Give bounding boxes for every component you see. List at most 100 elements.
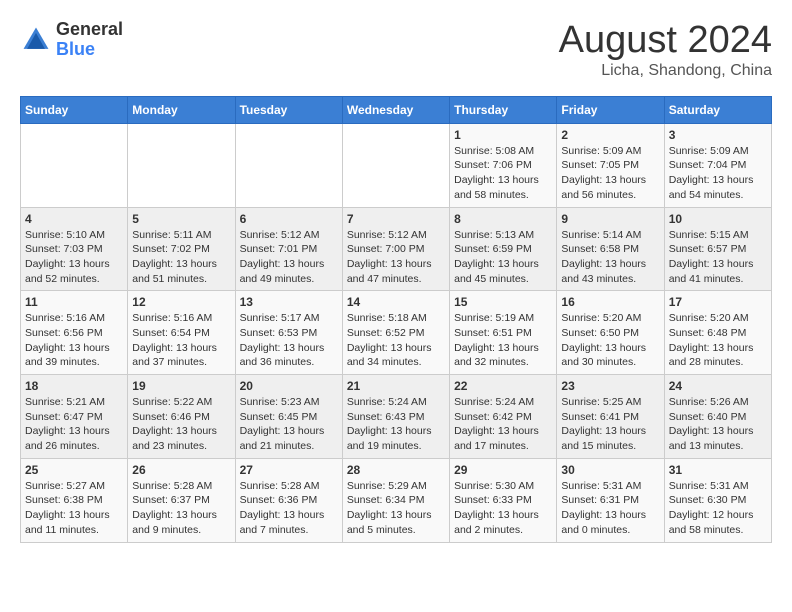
day-number: 5	[132, 212, 230, 226]
day-number: 24	[669, 379, 767, 393]
calendar-cell	[235, 123, 342, 207]
page-header: General Blue August 2024 Licha, Shandong…	[20, 20, 772, 80]
day-number: 21	[347, 379, 445, 393]
day-number: 23	[561, 379, 659, 393]
day-info: Sunrise: 5:24 AM Sunset: 6:43 PM Dayligh…	[347, 395, 445, 454]
calendar-cell: 9 Sunrise: 5:14 AM Sunset: 6:58 PM Daylig…	[557, 207, 664, 291]
calendar-cell	[128, 123, 235, 207]
calendar-cell: 3Sunrise: 5:09 AM Sunset: 7:04 PM Daylig…	[664, 123, 771, 207]
day-number: 17	[669, 295, 767, 309]
day-info: Sunrise: 5:12 AM Sunset: 7:01 PM Dayligh…	[240, 228, 338, 287]
day-number: 19	[132, 379, 230, 393]
logo-text: General Blue	[56, 20, 123, 60]
day-number: 1	[454, 128, 552, 142]
main-title: August 2024	[559, 20, 772, 62]
calendar-cell: 15Sunrise: 5:19 AM Sunset: 6:51 PM Dayli…	[450, 291, 557, 375]
day-number: 16	[561, 295, 659, 309]
day-info: Sunrise: 5:29 AM Sunset: 6:34 PM Dayligh…	[347, 479, 445, 538]
calendar-cell: 1 Sunrise: 5:08 AM Sunset: 7:06 PM Daylig…	[450, 123, 557, 207]
calendar-cell: 11 Sunrise: 5:16 AM Sunset: 6:56 PM Dayli…	[21, 291, 128, 375]
calendar-week-5: 25Sunrise: 5:27 AM Sunset: 6:38 PM Dayli…	[21, 458, 772, 542]
calendar-cell	[21, 123, 128, 207]
calendar-cell: 26 Sunrise: 5:28 AM Sunset: 6:37 PM Dayli…	[128, 458, 235, 542]
logo: General Blue	[20, 20, 123, 60]
day-info: Sunrise: 5:16 AM Sunset: 6:56 PM Dayligh…	[25, 311, 123, 370]
day-number: 11	[25, 295, 123, 309]
day-header-saturday: Saturday	[664, 96, 771, 123]
day-info: Sunrise: 5:13 AM Sunset: 6:59 PM Dayligh…	[454, 228, 552, 287]
calendar-cell: 19 Sunrise: 5:22 AM Sunset: 6:46 PM Dayli…	[128, 375, 235, 459]
calendar: SundayMondayTuesdayWednesdayThursdayFrid…	[20, 96, 772, 543]
calendar-cell: 2Sunrise: 5:09 AM Sunset: 7:05 PM Daylig…	[557, 123, 664, 207]
calendar-cell: 6Sunrise: 5:12 AM Sunset: 7:01 PM Daylig…	[235, 207, 342, 291]
day-number: 25	[25, 463, 123, 477]
day-header-wednesday: Wednesday	[342, 96, 449, 123]
day-number: 10	[669, 212, 767, 226]
day-number: 26	[132, 463, 230, 477]
day-number: 15	[454, 295, 552, 309]
calendar-cell: 7 Sunrise: 5:12 AM Sunset: 7:00 PM Daylig…	[342, 207, 449, 291]
calendar-cell: 25Sunrise: 5:27 AM Sunset: 6:38 PM Dayli…	[21, 458, 128, 542]
calendar-cell: 13 Sunrise: 5:17 AM Sunset: 6:53 PM Dayli…	[235, 291, 342, 375]
day-info: Sunrise: 5:20 AM Sunset: 6:50 PM Dayligh…	[561, 311, 659, 370]
day-info: Sunrise: 5:12 AM Sunset: 7:00 PM Dayligh…	[347, 228, 445, 287]
day-header-monday: Monday	[128, 96, 235, 123]
calendar-cell: 10Sunrise: 5:15 AM Sunset: 6:57 PM Dayli…	[664, 207, 771, 291]
calendar-cell: 22Sunrise: 5:24 AM Sunset: 6:42 PM Dayli…	[450, 375, 557, 459]
day-number: 18	[25, 379, 123, 393]
calendar-header-row: SundayMondayTuesdayWednesdayThursdayFrid…	[21, 96, 772, 123]
calendar-week-4: 18 Sunrise: 5:21 AM Sunset: 6:47 PM Dayli…	[21, 375, 772, 459]
day-number: 7	[347, 212, 445, 226]
logo-icon	[20, 24, 52, 56]
day-info: Sunrise: 5:20 AM Sunset: 6:48 PM Dayligh…	[669, 311, 767, 370]
day-info: Sunrise: 5:31 AM Sunset: 6:30 PM Dayligh…	[669, 479, 767, 538]
day-info: Sunrise: 5:11 AM Sunset: 7:02 PM Dayligh…	[132, 228, 230, 287]
day-info: Sunrise: 5:28 AM Sunset: 6:36 PM Dayligh…	[240, 479, 338, 538]
day-number: 14	[347, 295, 445, 309]
day-number: 4	[25, 212, 123, 226]
calendar-cell: 30Sunrise: 5:31 AM Sunset: 6:31 PM Dayli…	[557, 458, 664, 542]
day-info: Sunrise: 5:24 AM Sunset: 6:42 PM Dayligh…	[454, 395, 552, 454]
calendar-week-3: 11 Sunrise: 5:16 AM Sunset: 6:56 PM Dayli…	[21, 291, 772, 375]
calendar-cell: 27 Sunrise: 5:28 AM Sunset: 6:36 PM Dayli…	[235, 458, 342, 542]
day-info: Sunrise: 5:08 AM Sunset: 7:06 PM Dayligh…	[454, 144, 552, 203]
calendar-cell: 20 Sunrise: 5:23 AM Sunset: 6:45 PM Dayli…	[235, 375, 342, 459]
subtitle: Licha, Shandong, China	[559, 62, 772, 80]
calendar-cell: 31 Sunrise: 5:31 AM Sunset: 6:30 PM Dayli…	[664, 458, 771, 542]
day-header-thursday: Thursday	[450, 96, 557, 123]
day-info: Sunrise: 5:09 AM Sunset: 7:05 PM Dayligh…	[561, 144, 659, 203]
day-info: Sunrise: 5:21 AM Sunset: 6:47 PM Dayligh…	[25, 395, 123, 454]
calendar-week-2: 4 Sunrise: 5:10 AM Sunset: 7:03 PM Daylig…	[21, 207, 772, 291]
day-info: Sunrise: 5:17 AM Sunset: 6:53 PM Dayligh…	[240, 311, 338, 370]
day-number: 9	[561, 212, 659, 226]
day-info: Sunrise: 5:26 AM Sunset: 6:40 PM Dayligh…	[669, 395, 767, 454]
day-info: Sunrise: 5:31 AM Sunset: 6:31 PM Dayligh…	[561, 479, 659, 538]
day-info: Sunrise: 5:23 AM Sunset: 6:45 PM Dayligh…	[240, 395, 338, 454]
day-number: 20	[240, 379, 338, 393]
calendar-cell: 5 Sunrise: 5:11 AM Sunset: 7:02 PM Daylig…	[128, 207, 235, 291]
calendar-cell: 16 Sunrise: 5:20 AM Sunset: 6:50 PM Dayli…	[557, 291, 664, 375]
day-header-friday: Friday	[557, 96, 664, 123]
calendar-cell: 14Sunrise: 5:18 AM Sunset: 6:52 PM Dayli…	[342, 291, 449, 375]
calendar-cell: 12 Sunrise: 5:16 AM Sunset: 6:54 PM Dayli…	[128, 291, 235, 375]
calendar-cell: 28Sunrise: 5:29 AM Sunset: 6:34 PM Dayli…	[342, 458, 449, 542]
day-info: Sunrise: 5:22 AM Sunset: 6:46 PM Dayligh…	[132, 395, 230, 454]
calendar-cell	[342, 123, 449, 207]
calendar-cell: 18 Sunrise: 5:21 AM Sunset: 6:47 PM Dayli…	[21, 375, 128, 459]
day-info: Sunrise: 5:10 AM Sunset: 7:03 PM Dayligh…	[25, 228, 123, 287]
day-info: Sunrise: 5:28 AM Sunset: 6:37 PM Dayligh…	[132, 479, 230, 538]
calendar-week-1: 1 Sunrise: 5:08 AM Sunset: 7:06 PM Daylig…	[21, 123, 772, 207]
day-number: 12	[132, 295, 230, 309]
day-number: 3	[669, 128, 767, 142]
day-number: 29	[454, 463, 552, 477]
calendar-cell: 29 Sunrise: 5:30 AM Sunset: 6:33 PM Dayli…	[450, 458, 557, 542]
day-number: 27	[240, 463, 338, 477]
day-info: Sunrise: 5:16 AM Sunset: 6:54 PM Dayligh…	[132, 311, 230, 370]
calendar-cell: 8Sunrise: 5:13 AM Sunset: 6:59 PM Daylig…	[450, 207, 557, 291]
day-number: 13	[240, 295, 338, 309]
day-number: 31	[669, 463, 767, 477]
day-info: Sunrise: 5:14 AM Sunset: 6:58 PM Dayligh…	[561, 228, 659, 287]
title-block: August 2024 Licha, Shandong, China	[559, 20, 772, 80]
day-header-tuesday: Tuesday	[235, 96, 342, 123]
day-info: Sunrise: 5:30 AM Sunset: 6:33 PM Dayligh…	[454, 479, 552, 538]
